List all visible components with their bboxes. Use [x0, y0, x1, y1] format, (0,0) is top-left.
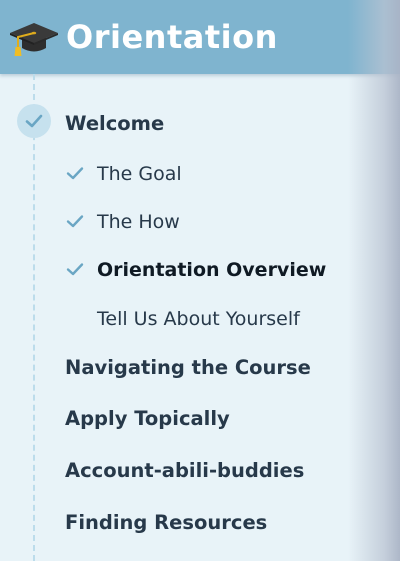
- section-apply-topically[interactable]: Apply Topically: [65, 405, 230, 433]
- lesson-label: Orientation Overview: [97, 259, 327, 281]
- lesson-tell-us-about-yourself[interactable]: Tell Us About Yourself: [66, 303, 366, 335]
- section-welcome[interactable]: Welcome: [65, 110, 164, 138]
- sidebar-title: Orientation: [66, 18, 278, 56]
- graduation-cap-icon: [8, 18, 60, 58]
- lesson-the-goal[interactable]: The Goal: [66, 158, 366, 190]
- section-account-abili-buddies[interactable]: Account-abili-buddies: [65, 457, 304, 485]
- section-finding-resources[interactable]: Finding Resources: [65, 509, 267, 537]
- lesson-the-how[interactable]: The How: [66, 206, 366, 238]
- course-sidebar: Orientation Welcome The Goal The How Ori…: [0, 0, 400, 561]
- check-icon: [66, 166, 84, 185]
- lesson-label: The Goal: [97, 163, 182, 185]
- section-navigating-the-course[interactable]: Navigating the Course: [65, 354, 311, 382]
- sidebar-header: Orientation: [0, 0, 400, 74]
- lesson-label: Tell Us About Yourself: [97, 308, 300, 330]
- timeline-line: [33, 74, 35, 561]
- section-complete-marker: [17, 104, 51, 138]
- lesson-orientation-overview[interactable]: Orientation Overview: [66, 254, 366, 286]
- check-icon: [66, 262, 84, 281]
- check-icon: [66, 214, 84, 233]
- lesson-label: The How: [97, 211, 180, 233]
- check-icon: [25, 114, 43, 128]
